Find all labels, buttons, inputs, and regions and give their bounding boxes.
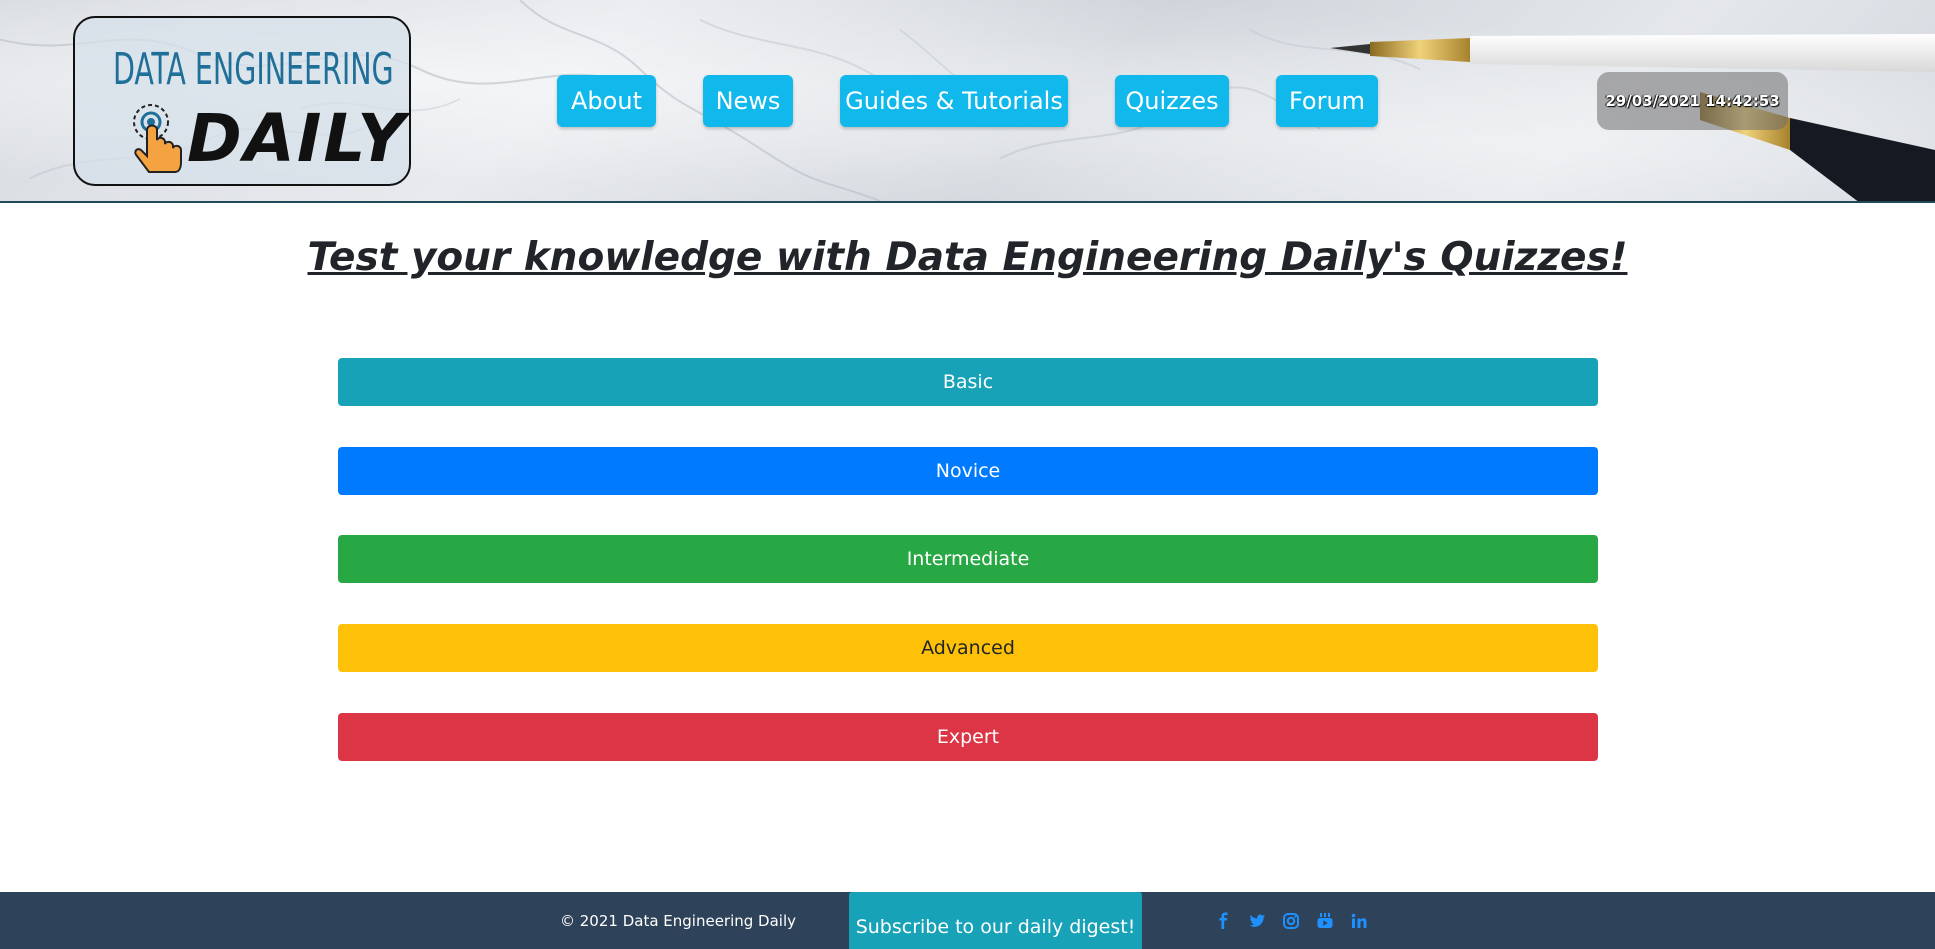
nav-forum[interactable]: Forum	[1276, 75, 1378, 127]
nav-news[interactable]: News	[703, 75, 793, 127]
logo-text-top: DATA ENGINEERING	[113, 44, 394, 95]
quiz-novice-button[interactable]: Novice	[338, 447, 1598, 495]
quiz-intermediate-button[interactable]: Intermediate	[338, 535, 1598, 583]
twitter-icon[interactable]	[1248, 912, 1266, 930]
instagram-icon[interactable]	[1282, 912, 1300, 930]
linkedin-icon[interactable]	[1350, 912, 1368, 930]
nav-about[interactable]: About	[557, 75, 656, 127]
datetime-clock: 29/03/2021 14:42:53	[1597, 72, 1788, 130]
copyright-text: © 2021 Data Engineering Daily	[560, 912, 797, 930]
page-title: Test your knowledge with Data Engineerin…	[307, 235, 1628, 280]
nav-guides-tutorials[interactable]: Guides & Tutorials	[840, 75, 1068, 127]
site-footer: © 2021 Data Engineering Daily Subscribe …	[0, 892, 1935, 949]
subscribe-button[interactable]: Subscribe to our daily digest!	[849, 892, 1142, 949]
nav-quizzes[interactable]: Quizzes	[1115, 75, 1229, 127]
youtube-icon[interactable]	[1316, 912, 1334, 930]
quiz-advanced-button[interactable]: Advanced	[338, 624, 1598, 672]
quiz-expert-button[interactable]: Expert	[338, 713, 1598, 761]
site-logo[interactable]: DATA ENGINEERING DAILY	[73, 16, 411, 186]
site-header: DATA ENGINEERING DAILY About News Guides…	[0, 0, 1935, 203]
logo-text-bottom: DAILY	[187, 100, 407, 177]
quiz-basic-button[interactable]: Basic	[338, 358, 1598, 406]
touch-hand-icon	[133, 104, 182, 173]
facebook-icon[interactable]	[1215, 912, 1233, 930]
